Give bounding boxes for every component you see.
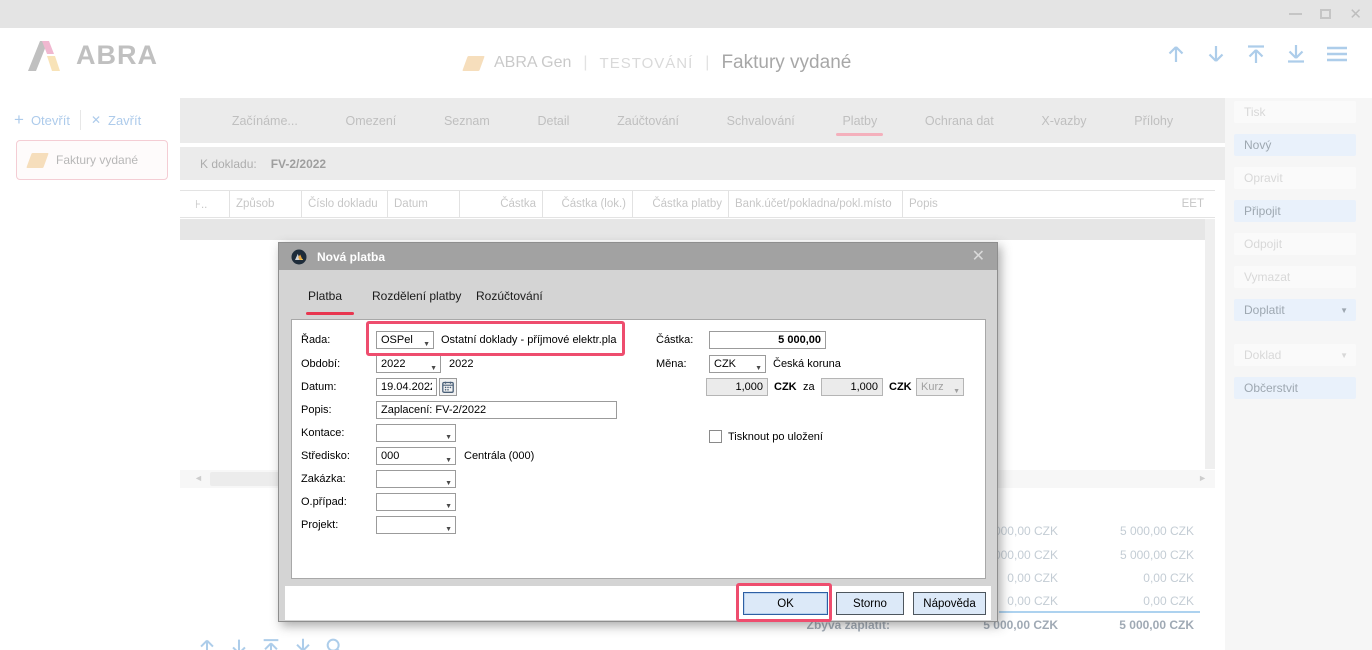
chevron-down-icon: ▼ [445, 499, 452, 515]
kurz-right-unit: CZK [889, 378, 912, 396]
mena-combobox[interactable]: CZK ▼ [709, 355, 766, 373]
chevron-down-icon: ▼ [755, 361, 762, 377]
dialog-title: Nová platba [317, 250, 385, 264]
zakazka-label: Zakázka: [301, 470, 346, 488]
obdobi-description: 2022 [449, 355, 473, 373]
stredisko-label: Středisko: [301, 447, 350, 465]
projekt-label: Projekt: [301, 516, 338, 534]
chevron-down-icon: ▼ [953, 384, 960, 400]
dialog-tab-platba[interactable]: Platba [308, 289, 342, 303]
kontace-combobox[interactable]: ▼ [376, 424, 456, 442]
chevron-down-icon: ▼ [445, 453, 452, 469]
castka-label: Čás­tka: [656, 331, 693, 349]
nova-platba-dialog: Nová platba ✕ Platba Rozdělení platby Ro… [278, 242, 998, 622]
dialog-tab-rozuctovani[interactable]: Rozúčtování [476, 289, 543, 303]
kurz-left-input [706, 378, 768, 396]
obdobi-combobox[interactable]: 2022 ▼ [376, 355, 441, 373]
dialog-active-tab-underline [306, 312, 354, 315]
calendar-icon[interactable] [439, 378, 457, 396]
rada-label: Řada: [301, 331, 330, 349]
datum-label: Datum: [301, 378, 336, 396]
datum-input[interactable] [376, 378, 437, 396]
tisknout-checkbox-label: Tisknout po uložení [728, 428, 823, 446]
abra-dialog-icon [291, 249, 307, 265]
dialog-titlebar: Nová platba ✕ [279, 243, 997, 270]
opripad-combobox[interactable]: ▼ [376, 493, 456, 511]
annotation-highlight-rada [366, 321, 625, 356]
storno-button[interactable]: Storno [836, 592, 904, 615]
napoveda-button[interactable]: Nápověda [913, 592, 986, 615]
kontace-label: Kontace: [301, 424, 344, 442]
tisknout-checkbox[interactable] [709, 430, 722, 443]
chevron-down-icon: ▼ [430, 361, 437, 377]
zakazka-combobox[interactable]: ▼ [376, 470, 456, 488]
castka-input[interactable] [709, 331, 826, 349]
app-window: ✕ ABRA ABRA Gen | TESTOVÁNÍ | Faktury vy… [0, 0, 1372, 650]
mena-label: Měna: [656, 355, 687, 373]
chevron-down-icon: ▼ [445, 430, 452, 446]
dialog-button-row: OK Storno Nápověda [285, 586, 991, 620]
dialog-close-icon[interactable]: ✕ [972, 246, 985, 266]
stredisko-combobox[interactable]: 000 ▼ [376, 447, 456, 465]
kurz-left-unit: CZK [774, 378, 797, 396]
opripad-label: O.případ: [301, 493, 347, 511]
annotation-highlight-ok [736, 583, 832, 622]
stredisko-description: Centrála (000) [464, 447, 534, 465]
chevron-down-icon: ▼ [445, 476, 452, 492]
popis-label: Popis: [301, 401, 332, 419]
kurz-za-label: za [803, 378, 815, 396]
mena-description: Česká koruna [773, 355, 841, 373]
kurz-combobox: Kurz ▼ [916, 378, 964, 396]
projekt-combobox[interactable]: ▼ [376, 516, 456, 534]
popis-input[interactable] [376, 401, 617, 419]
obdobi-label: Období: [301, 355, 340, 373]
kurz-right-input [821, 378, 883, 396]
dialog-tab-rozdeleni-platby[interactable]: Rozdělení platby [372, 289, 461, 303]
chevron-down-icon: ▼ [445, 522, 452, 538]
